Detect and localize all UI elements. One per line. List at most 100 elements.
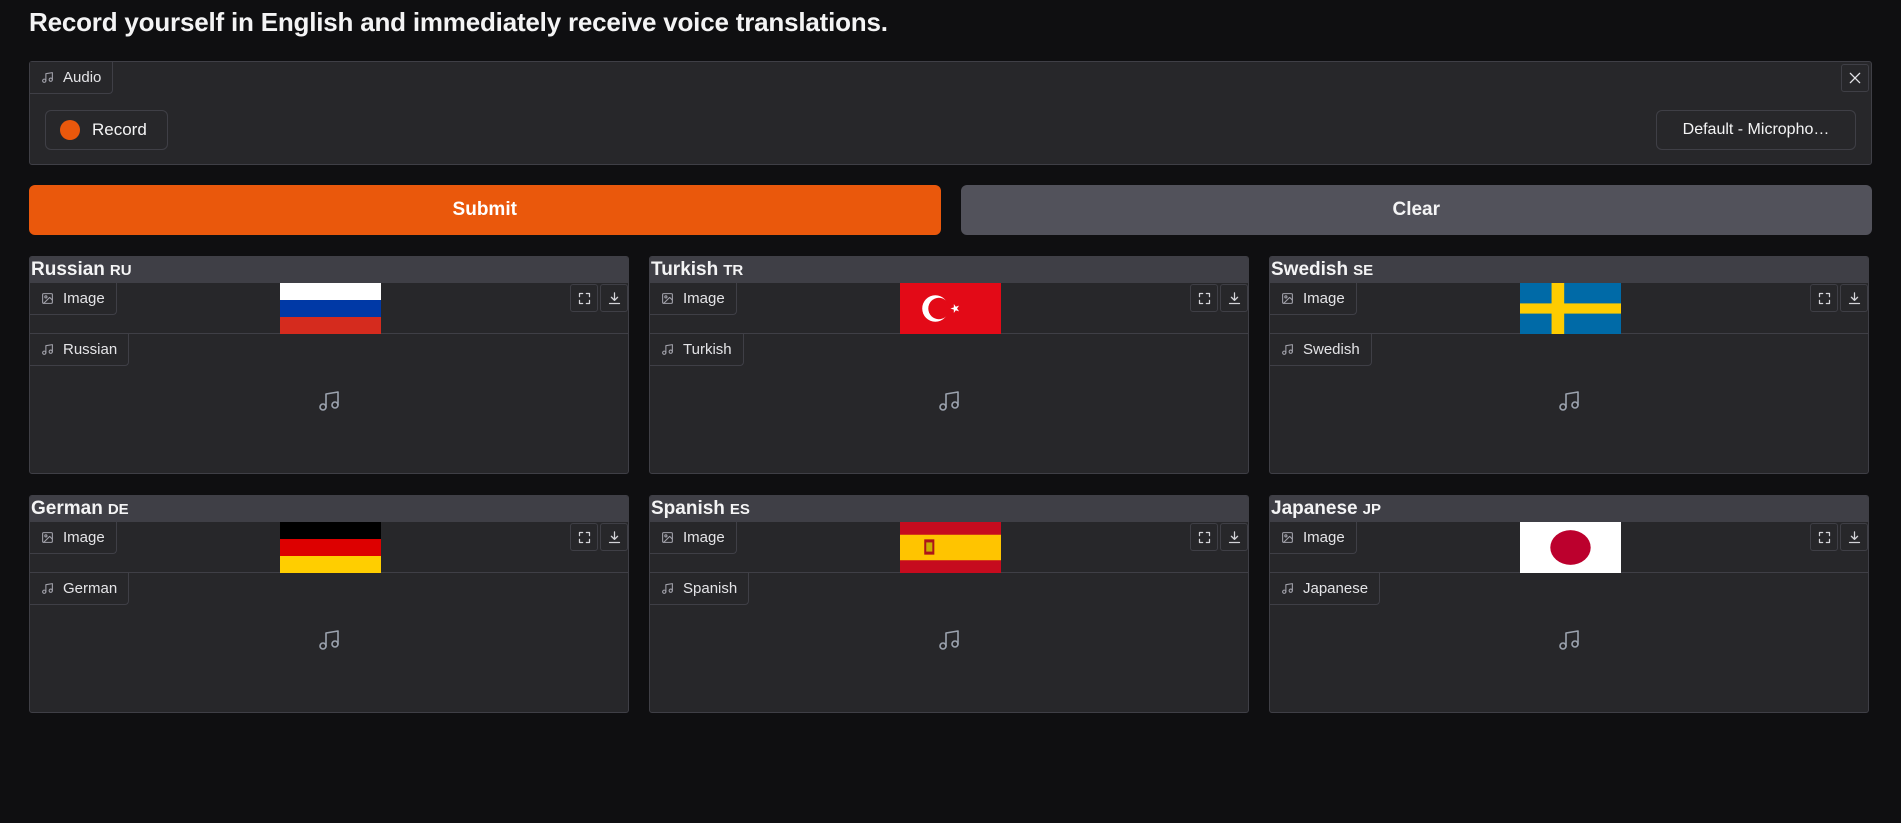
download-button[interactable] bbox=[1220, 523, 1248, 551]
image-actions bbox=[1190, 284, 1248, 312]
record-dot-icon bbox=[60, 120, 80, 140]
image-label-text: Image bbox=[63, 529, 105, 546]
download-button[interactable] bbox=[1840, 523, 1868, 551]
translated-audio-panel: Spanish bbox=[650, 573, 1248, 712]
fullscreen-button[interactable] bbox=[1810, 284, 1838, 312]
fullscreen-icon bbox=[1198, 292, 1210, 304]
flag-image-panel: Image bbox=[650, 522, 1248, 573]
card-title: Japanese JP bbox=[1270, 496, 1868, 522]
image-label: Image bbox=[1270, 283, 1357, 315]
download-button[interactable] bbox=[600, 284, 628, 312]
music-placeholder-icon bbox=[317, 628, 341, 652]
image-icon bbox=[662, 293, 673, 304]
translation-card-spanish: Spanish ES Image Spanish bbox=[649, 495, 1249, 713]
language-name: German bbox=[31, 498, 103, 519]
audio-output-label-text: Swedish bbox=[1303, 341, 1360, 358]
fullscreen-button[interactable] bbox=[1810, 523, 1838, 551]
close-audio-button[interactable] bbox=[1841, 64, 1869, 92]
app-root: Record yourself in English and immediate… bbox=[0, 0, 1901, 713]
download-button[interactable] bbox=[1220, 284, 1248, 312]
record-button[interactable]: Record bbox=[45, 110, 168, 150]
fullscreen-button[interactable] bbox=[570, 284, 598, 312]
download-icon bbox=[1848, 291, 1860, 304]
flag-image-panel: Image bbox=[1270, 522, 1868, 573]
image-actions bbox=[1810, 284, 1868, 312]
translation-grid: Russian RU Image Russian Turkish TR Imag… bbox=[29, 256, 1872, 713]
audio-input-label: Audio bbox=[30, 62, 114, 94]
action-buttons: Submit Clear bbox=[29, 185, 1872, 235]
fullscreen-icon bbox=[1818, 292, 1830, 304]
clear-button[interactable]: Clear bbox=[960, 185, 1872, 235]
audio-output-label-text: Spanish bbox=[683, 580, 738, 597]
card-title: German DE bbox=[30, 496, 628, 522]
audio-output-label: German bbox=[30, 573, 130, 605]
fullscreen-icon bbox=[578, 292, 590, 304]
image-actions bbox=[570, 523, 628, 551]
submit-button[interactable]: Submit bbox=[29, 185, 941, 235]
audio-output-label: Japanese bbox=[1270, 573, 1381, 605]
translation-card-swedish: Swedish SE Image Swedish bbox=[1269, 256, 1869, 474]
audio-output-label: Russian bbox=[30, 334, 130, 366]
download-button[interactable] bbox=[1840, 284, 1868, 312]
image-label-text: Image bbox=[1303, 290, 1345, 307]
image-label: Image bbox=[30, 283, 117, 315]
page-title: Record yourself in English and immediate… bbox=[29, 7, 888, 37]
language-code: SE bbox=[1353, 262, 1374, 279]
flag-sweden-icon bbox=[1520, 283, 1621, 334]
image-icon bbox=[1282, 532, 1293, 543]
translated-audio-panel: Russian bbox=[30, 334, 628, 473]
image-icon bbox=[42, 293, 53, 304]
image-label: Image bbox=[650, 283, 737, 315]
translation-card-japanese: Japanese JP Image Japanese bbox=[1269, 495, 1869, 713]
language-name: Spanish bbox=[651, 498, 725, 519]
fullscreen-icon bbox=[1198, 531, 1210, 543]
fullscreen-icon bbox=[1818, 531, 1830, 543]
language-code: RU bbox=[109, 262, 132, 279]
image-actions bbox=[1190, 523, 1248, 551]
audio-input-panel: Audio Record Default - Micropho… bbox=[29, 61, 1872, 165]
language-code: JP bbox=[1362, 501, 1381, 518]
language-code: TR bbox=[723, 262, 744, 279]
language-code: ES bbox=[729, 501, 750, 518]
flag-turkey-icon bbox=[900, 283, 1001, 334]
audio-output-label: Swedish bbox=[1270, 334, 1372, 366]
audio-output-label: Spanish bbox=[650, 573, 750, 605]
music-icon bbox=[1282, 344, 1293, 355]
music-icon bbox=[42, 344, 53, 355]
flag-russia-icon bbox=[280, 283, 381, 334]
music-icon bbox=[662, 344, 673, 355]
fullscreen-icon bbox=[578, 531, 590, 543]
flag-spain-icon bbox=[900, 522, 1001, 573]
record-button-label: Record bbox=[92, 120, 147, 139]
fullscreen-button[interactable] bbox=[1190, 284, 1218, 312]
download-icon bbox=[1848, 530, 1860, 543]
language-name: Japanese bbox=[1271, 498, 1358, 519]
download-icon bbox=[608, 530, 620, 543]
flag-image-panel: Image bbox=[650, 283, 1248, 334]
fullscreen-button[interactable] bbox=[1190, 523, 1218, 551]
music-icon bbox=[42, 583, 53, 594]
fullscreen-button[interactable] bbox=[570, 523, 598, 551]
translated-audio-panel: Swedish bbox=[1270, 334, 1868, 473]
image-label: Image bbox=[30, 522, 117, 554]
microphone-select[interactable]: Default - Micropho… bbox=[1656, 110, 1856, 150]
card-title: Russian RU bbox=[30, 257, 628, 283]
flag-germany-icon bbox=[280, 522, 381, 573]
image-icon bbox=[42, 532, 53, 543]
audio-output-label-text: Russian bbox=[63, 341, 118, 358]
language-name: Swedish bbox=[1271, 259, 1349, 280]
music-placeholder-icon bbox=[1557, 628, 1581, 652]
image-label-text: Image bbox=[683, 290, 725, 307]
image-icon bbox=[1282, 293, 1293, 304]
image-label-text: Image bbox=[63, 290, 105, 307]
music-icon bbox=[662, 583, 673, 594]
image-label: Image bbox=[650, 522, 737, 554]
card-title: Swedish SE bbox=[1270, 257, 1868, 283]
translation-card-turkish: Turkish TR Image Turkish bbox=[649, 256, 1249, 474]
audio-input-label-text: Audio bbox=[63, 69, 102, 86]
language-code: DE bbox=[107, 501, 129, 518]
flag-image-panel: Image bbox=[30, 522, 628, 573]
card-title: Spanish ES bbox=[650, 496, 1248, 522]
image-actions bbox=[570, 284, 628, 312]
download-button[interactable] bbox=[600, 523, 628, 551]
